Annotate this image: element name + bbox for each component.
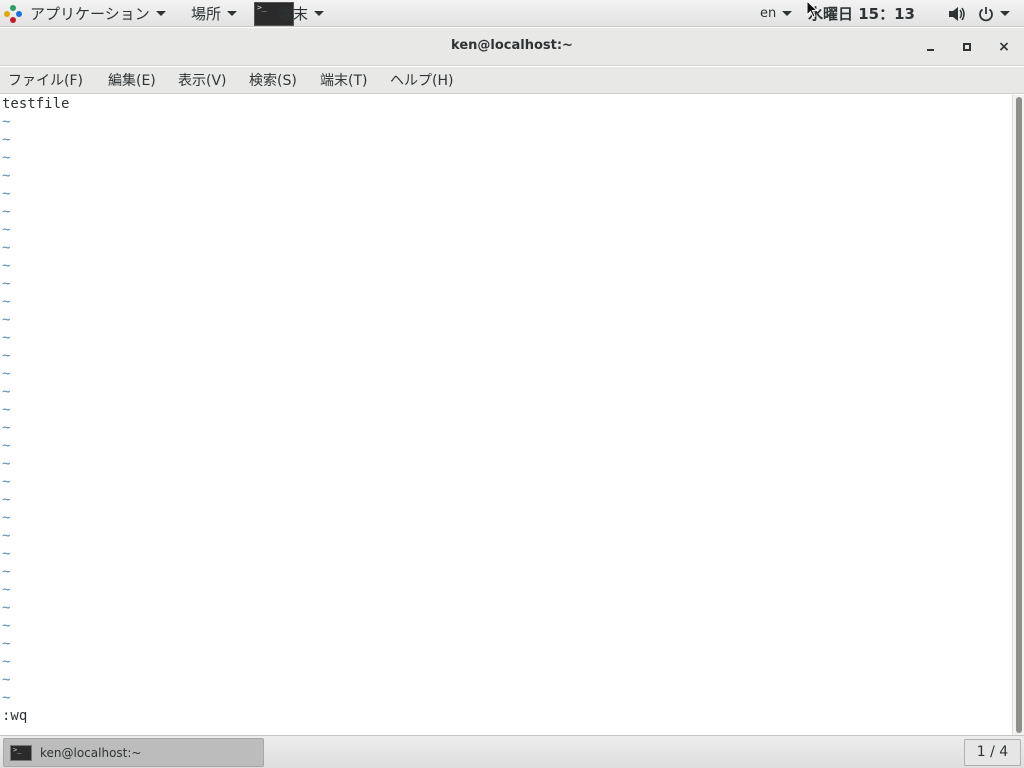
vim-empty-line-marker: ~ bbox=[2, 420, 11, 436]
input-language-label: en bbox=[760, 6, 777, 21]
window-titlebar[interactable]: ken@localhost:~ × bbox=[0, 28, 1024, 66]
vim-empty-line-marker: ~ bbox=[2, 672, 11, 688]
terminal-scrollbar[interactable] bbox=[1012, 95, 1024, 735]
taskbar-window-label: ken@localhost:~ bbox=[40, 745, 142, 760]
power-icon[interactable] bbox=[978, 0, 1010, 27]
minimize-button[interactable] bbox=[920, 37, 940, 57]
chevron-down-icon bbox=[227, 11, 238, 16]
vim-empty-line-marker: ~ bbox=[2, 186, 11, 202]
vim-empty-line-marker: ~ bbox=[2, 222, 11, 238]
vim-empty-line-marker: ~ bbox=[2, 510, 11, 526]
vim-command-line: :wq bbox=[2, 708, 28, 724]
menu-file[interactable]: ファイル(F) bbox=[8, 71, 83, 91]
terminal-icon bbox=[10, 744, 32, 761]
menubar: ファイル(F) 編集(E) 表示(V) 検索(S) 端末(T) ヘルプ(H) bbox=[0, 67, 1024, 94]
vim-empty-line-marker: ~ bbox=[2, 150, 11, 166]
vim-empty-line-marker: ~ bbox=[2, 168, 11, 184]
vim-empty-line-marker: ~ bbox=[2, 564, 11, 580]
chevron-down-icon bbox=[314, 11, 325, 16]
vim-empty-line-marker: ~ bbox=[2, 456, 11, 472]
terminal-screen[interactable]: testfile ~ ~ ~ ~ ~ ~ ~ ~ ~ ~ ~ ~ ~ ~ ~ ~ ~ ~ ~ ~ ~ ~ ~ ~ ~ ~ ~ ~ ~ ~ ~… bbox=[0, 95, 1012, 735]
vim-empty-line-marker: ~ bbox=[2, 636, 11, 652]
terminal-app-menu-label: 端末 bbox=[278, 5, 309, 23]
minimize-icon bbox=[926, 49, 934, 51]
clock-label: 水曜日 15：13 bbox=[808, 5, 915, 23]
vim-empty-line-marker: ~ bbox=[2, 240, 11, 256]
menu-help[interactable]: ヘルプ(H) bbox=[390, 71, 453, 91]
terminal-app-menu[interactable]: >_ 端末 bbox=[254, 0, 325, 27]
chevron-down-icon bbox=[155, 11, 166, 16]
close-icon: × bbox=[998, 39, 1010, 55]
vim-empty-line-marker: ~ bbox=[2, 402, 11, 418]
vim-empty-line-marker: ~ bbox=[2, 618, 11, 634]
chevron-down-icon bbox=[1000, 11, 1010, 16]
vim-empty-line-marker: ~ bbox=[2, 474, 11, 490]
chevron-down-icon bbox=[782, 11, 793, 16]
vim-empty-line-marker: ~ bbox=[2, 582, 11, 598]
bottom-panel: ken@localhost:~ 1 / 4 bbox=[0, 735, 1024, 768]
input-language-indicator[interactable]: en bbox=[760, 0, 793, 27]
close-button[interactable]: × bbox=[994, 37, 1014, 57]
top-panel: アプリケーション 場所 >_ 端末 en 水曜日 15：13 bbox=[0, 0, 1024, 27]
applications-menu-label: アプリケーション bbox=[30, 5, 150, 23]
vim-empty-line-marker: ~ bbox=[2, 114, 11, 130]
applications-menu[interactable]: アプリケーション bbox=[4, 0, 166, 27]
vim-empty-line-marker: ~ bbox=[2, 546, 11, 562]
workspace-indicator[interactable]: 1 / 4 bbox=[964, 739, 1021, 766]
menu-view[interactable]: 表示(V) bbox=[178, 71, 227, 91]
vim-empty-line-marker: ~ bbox=[2, 600, 11, 616]
vim-empty-line-marker: ~ bbox=[2, 528, 11, 544]
vim-empty-line-marker: ~ bbox=[2, 654, 11, 670]
taskbar-window-button[interactable]: ken@localhost:~ bbox=[3, 738, 264, 767]
vim-empty-line-marker: ~ bbox=[2, 258, 11, 274]
clock[interactable]: 水曜日 15：13 bbox=[808, 0, 915, 27]
vim-empty-line-marker: ~ bbox=[2, 312, 11, 328]
apps-logo-icon bbox=[4, 4, 22, 23]
menu-search[interactable]: 検索(S) bbox=[249, 71, 297, 91]
menu-edit[interactable]: 編集(E) bbox=[108, 71, 156, 91]
vim-empty-line-marker: ~ bbox=[2, 690, 11, 706]
maximize-icon bbox=[963, 43, 971, 51]
places-menu[interactable]: 場所 bbox=[191, 0, 238, 27]
scrollbar-thumb[interactable] bbox=[1016, 97, 1022, 733]
vim-empty-line-marker: ~ bbox=[2, 276, 11, 292]
editor-line-1: testfile bbox=[2, 96, 70, 112]
vim-empty-line-marker: ~ bbox=[2, 492, 11, 508]
window-title: ken@localhost:~ bbox=[451, 38, 573, 53]
places-menu-label: 場所 bbox=[191, 5, 222, 23]
vim-empty-line-marker: ~ bbox=[2, 294, 11, 310]
vim-empty-line-marker: ~ bbox=[2, 366, 11, 382]
vim-empty-line-marker: ~ bbox=[2, 204, 11, 220]
vim-empty-line-marker: ~ bbox=[2, 132, 11, 148]
volume-icon[interactable] bbox=[948, 0, 966, 27]
maximize-button[interactable] bbox=[957, 37, 977, 57]
vim-empty-line-marker: ~ bbox=[2, 348, 11, 364]
vim-empty-line-marker: ~ bbox=[2, 330, 11, 346]
vim-empty-line-marker: ~ bbox=[2, 384, 11, 400]
mouse-cursor-icon bbox=[806, 0, 818, 18]
vim-empty-line-marker: ~ bbox=[2, 438, 11, 454]
menu-terminal[interactable]: 端末(T) bbox=[320, 71, 367, 91]
